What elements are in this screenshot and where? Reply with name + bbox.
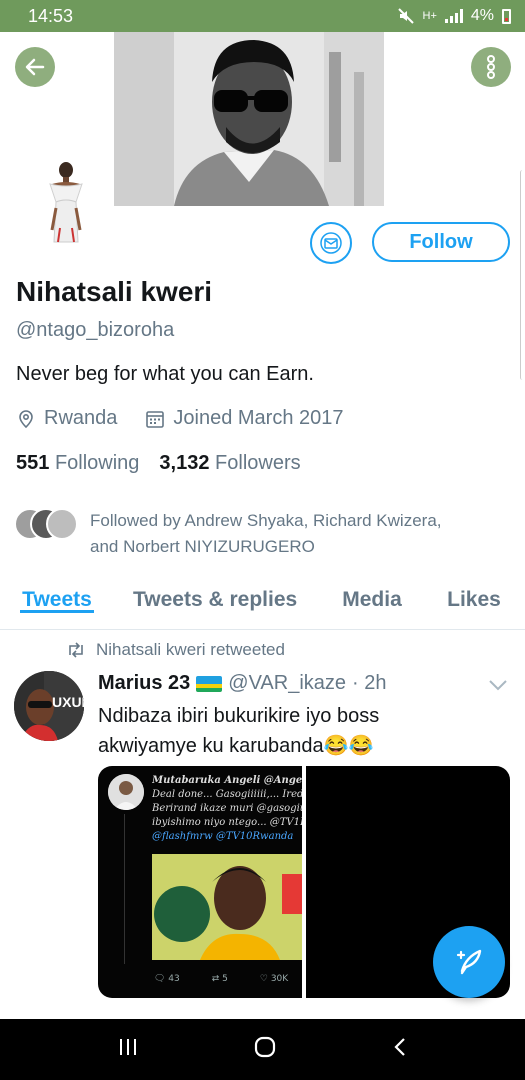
tab-media[interactable]: Media <box>340 578 404 612</box>
arrow-left-icon <box>25 58 45 76</box>
quoted-line-4: @flashfmrw @TV10Rwanda <box>152 831 294 842</box>
location-pin-icon <box>19 409 33 428</box>
followers-label: Followers <box>215 452 301 474</box>
tab-tweets[interactable]: Tweets <box>20 578 94 613</box>
profile-counts: 551 Following 3,132 Followers <box>16 452 301 475</box>
followers-you-know-avatars <box>14 508 82 542</box>
battery-icon <box>502 8 511 24</box>
system-nav-bar <box>0 1019 525 1080</box>
status-icons: H+ 4% <box>397 7 511 25</box>
profile-handle: @ntago_bizoroha <box>16 319 175 341</box>
profile-meta: Rwanda Joined March 2017 <box>16 407 344 430</box>
avatar-text: UXUR <box>52 694 84 710</box>
profile-bio: Never beg for what you can Earn. <box>16 363 314 385</box>
retweet-icon <box>69 642 83 658</box>
followed-by[interactable]: Followed by Andrew Shyaka, Richard Kwize… <box>14 508 510 560</box>
followed-by-text: Followed by Andrew Shyaka, Richard Kwize… <box>90 508 510 560</box>
recent-apps-icon <box>120 1039 137 1055</box>
tweet-text-line-1: Ndibaza ibiri bukurikire iyo boss <box>98 705 380 727</box>
profile-name: Nihatsali kweri <box>16 276 213 307</box>
recent-apps-button[interactable] <box>117 1037 139 1062</box>
home-button[interactable] <box>253 1035 277 1064</box>
following-count: 551 <box>16 452 50 474</box>
network-label: H+ <box>422 10 437 22</box>
tweet-header: Marius 23 @VAR_ikaze · 2h <box>98 672 387 695</box>
quoted-avatar <box>108 774 144 810</box>
back-nav-button[interactable] <box>392 1036 408 1063</box>
tab-likes[interactable]: Likes <box>445 578 503 612</box>
following-link[interactable]: 551 Following <box>16 452 139 475</box>
tweet-time: · 2h <box>352 672 387 694</box>
followed-by-line-2: and Norbert NIYIZURUGERO <box>90 537 315 556</box>
tweet-menu-button[interactable] <box>488 678 508 696</box>
chevron-down-icon <box>489 680 507 691</box>
retweet-label: Nihatsali kweri retweeted <box>96 640 285 659</box>
quoted-replies: 🗨 43 <box>154 974 180 984</box>
profile-tabs: Tweets Tweets & replies Media Likes <box>0 578 525 630</box>
profile-avatar[interactable] <box>30 158 102 244</box>
chevron-left-icon <box>394 1038 405 1056</box>
tab-tweets-replies[interactable]: Tweets & replies <box>133 578 303 612</box>
status-bar: 14:53 H+ 4% <box>0 0 525 32</box>
tweet-text-line-2: akwiyamye ku karubanda😂😂 <box>98 735 374 757</box>
scrollbar[interactable] <box>520 170 525 380</box>
calendar-icon <box>146 410 165 428</box>
quoted-line-3: ibyishimo niyo ntego... @TV1Rw <box>152 817 302 828</box>
more-vertical-icon <box>487 55 495 79</box>
signal-icon <box>444 9 463 23</box>
tweet-author-name[interactable]: Marius 23 <box>98 672 190 695</box>
followers-link[interactable]: 3,132 Followers <box>159 452 300 475</box>
battery-label: 4% <box>470 7 494 24</box>
banner-photo <box>114 32 384 206</box>
tweet-author-handle[interactable]: @VAR_ikaze <box>228 672 346 695</box>
tweet-author-avatar[interactable]: UXUR <box>14 671 84 741</box>
followed-by-line-1: Followed by Andrew Shyaka, Richard Kwize… <box>90 511 442 530</box>
tweet-text: Ndibaza ibiri bukurikire iyo boss akwiya… <box>98 701 428 761</box>
compose-tweet-button[interactable] <box>433 926 505 998</box>
followers-count: 3,132 <box>159 452 210 474</box>
following-label: Following <box>54 452 140 474</box>
retweet-indicator: Nihatsali kweri retweeted <box>66 640 285 660</box>
status-time: 14:53 <box>28 5 74 26</box>
profile-joined: Joined March 2017 <box>173 407 344 429</box>
message-button[interactable] <box>310 222 352 264</box>
rwanda-flag-icon <box>196 675 223 692</box>
mute-icon <box>397 8 414 24</box>
more-options-button[interactable] <box>471 47 511 87</box>
envelope-icon <box>320 232 342 254</box>
quoted-retweets: ⇄ 5 <box>211 974 228 984</box>
compose-feather-icon <box>456 949 482 975</box>
quoted-name: Mutabaruka Angeli @AngelM... <box>152 775 302 786</box>
media-image-1[interactable]: Mutabaruka Angeli @AngelM... Deal done..… <box>98 766 302 998</box>
quoted-stats: 🗨 43 ⇄ 5 ♡ 30K <box>154 974 288 984</box>
quoted-photo <box>152 854 302 960</box>
quoted-line-1: Deal done... Gasogiiiiii,... Iredu <box>152 789 302 800</box>
home-icon <box>255 1036 276 1058</box>
quoted-likes: ♡ 30K <box>259 974 289 984</box>
back-button[interactable] <box>15 47 55 87</box>
quoted-line-2: Berirand ikaze muri @gasogiun <box>152 803 302 814</box>
follow-button[interactable]: Follow <box>372 222 510 262</box>
profile-location: Rwanda <box>44 407 118 429</box>
quoted-tweet-text: Mutabaruka Angeli @AngelM... Deal done..… <box>152 774 302 844</box>
